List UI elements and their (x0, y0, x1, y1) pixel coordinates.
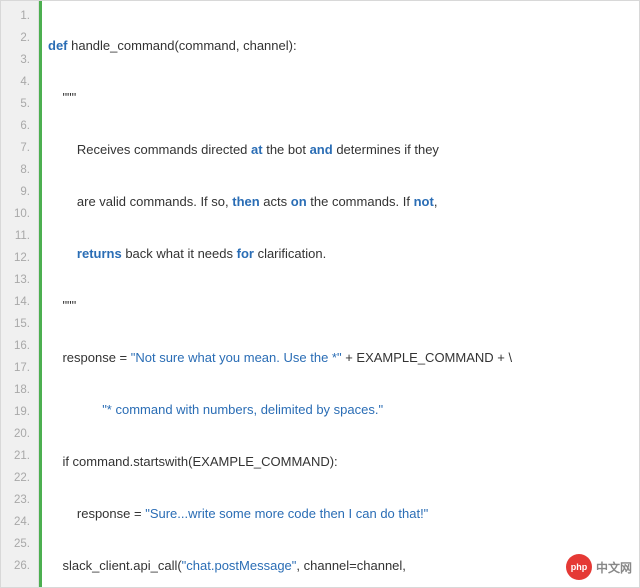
line-number: 11. (1, 225, 38, 247)
line-number: 9. (1, 181, 38, 203)
line-number: 7. (1, 137, 38, 159)
code-block: 1. 2. 3. 4. 5. 6. 7. 8. 9. 10. 11. 12. 1… (0, 0, 640, 588)
line-number: 5. (1, 93, 38, 115)
line-number: 20. (1, 423, 38, 445)
line-number: 19. (1, 401, 38, 423)
php-logo-icon (566, 554, 592, 580)
watermark-logo: 中文网 (566, 554, 632, 580)
line-number: 2. (1, 27, 38, 49)
line-number: 3. (1, 49, 38, 71)
code-line: "* command with numbers, delimited by sp… (48, 399, 639, 421)
line-number: 1. (1, 5, 38, 27)
code-line: slack_client.api_call("chat.postMessage"… (48, 555, 639, 577)
code-line: are valid commands. If so, then acts on … (48, 191, 639, 213)
line-number: 12. (1, 247, 38, 269)
code-line: returns back what it needs for clarifica… (48, 243, 639, 265)
code-line: def handle_command(command, channel): (48, 35, 639, 57)
line-number: 4. (1, 71, 38, 93)
line-number: 10. (1, 203, 38, 225)
line-number: 23. (1, 489, 38, 511)
code-line: """ (48, 87, 639, 109)
line-number: 18. (1, 379, 38, 401)
line-number: 25. (1, 533, 38, 555)
code-line: response = "Not sure what you mean. Use … (48, 347, 639, 369)
line-number: 16. (1, 335, 38, 357)
line-number: 6. (1, 115, 38, 137)
line-number: 26. (1, 555, 38, 577)
line-number: 8. (1, 159, 38, 181)
code-line: Receives commands directed at the bot an… (48, 139, 639, 161)
line-number: 13. (1, 269, 38, 291)
code-line: """ (48, 295, 639, 317)
line-number: 17. (1, 357, 38, 379)
line-number-gutter: 1. 2. 3. 4. 5. 6. 7. 8. 9. 10. 11. 12. 1… (1, 1, 39, 587)
line-number: 22. (1, 467, 38, 489)
watermark-text: 中文网 (596, 559, 632, 576)
line-number: 24. (1, 511, 38, 533)
line-number: 21. (1, 445, 38, 467)
code-line: response = "Sure...write some more code … (48, 503, 639, 525)
line-number: 14. (1, 291, 38, 313)
line-number: 15. (1, 313, 38, 335)
code-content: def handle_command(command, channel): ""… (39, 1, 639, 587)
code-line: if command.startswith(EXAMPLE_COMMAND): (48, 451, 639, 473)
